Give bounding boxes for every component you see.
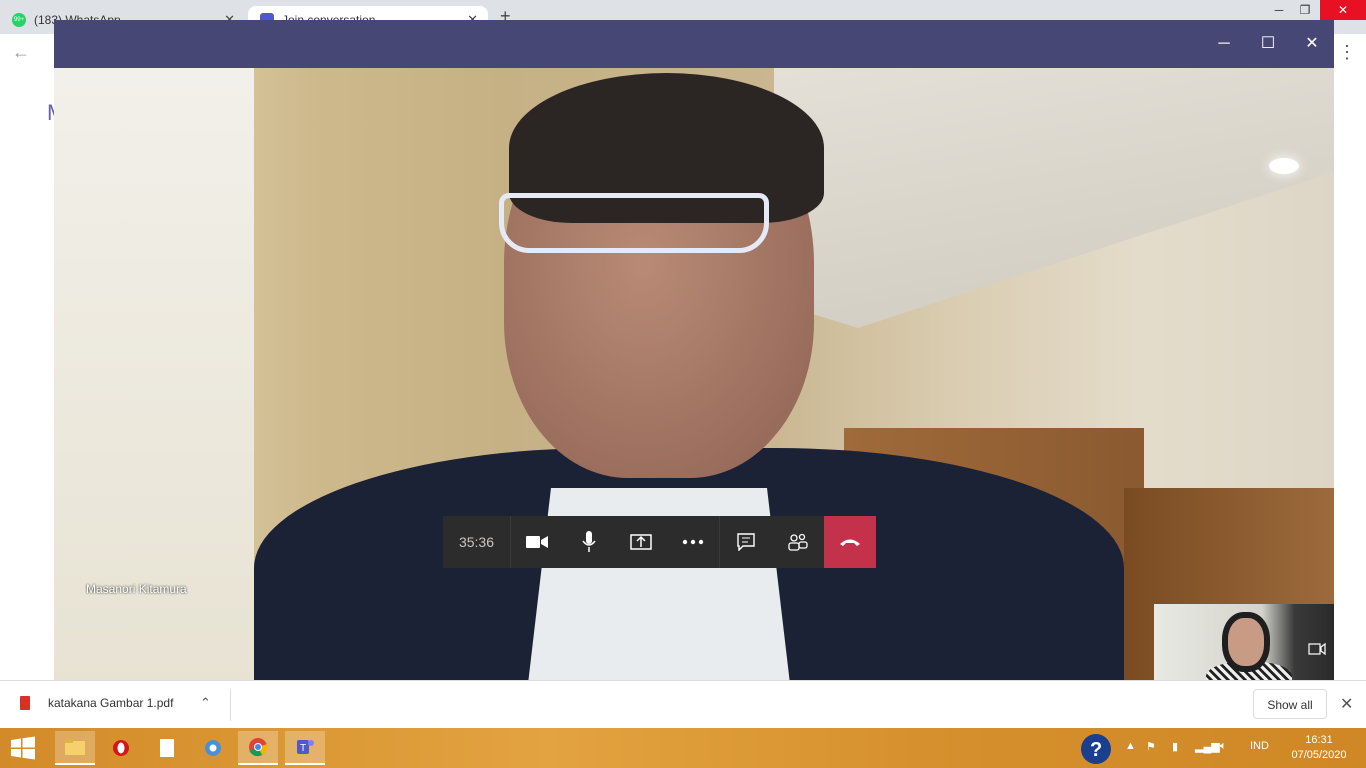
document-icon (160, 739, 174, 757)
download-filename: katakana Gambar 1.pdf (48, 696, 174, 710)
call-timer: 35:36 (443, 516, 511, 568)
back-arrow-icon[interactable]: ← (12, 42, 30, 63)
start-button[interactable] (3, 731, 43, 765)
folder-icon (65, 739, 85, 755)
chromium-button[interactable] (193, 731, 233, 765)
hang-up-button[interactable] (824, 516, 876, 568)
teams-title-bar: ─ ☐ ✕ (54, 20, 1334, 68)
pdf-file-icon (20, 696, 30, 710)
participants-button[interactable] (772, 516, 824, 568)
whatsapp-icon: 99+ (12, 13, 26, 27)
share-screen-icon (630, 534, 652, 550)
power-icon[interactable]: ▮ (1172, 740, 1178, 753)
tray-expand-icon[interactable]: ▲ (1125, 740, 1136, 752)
chat-button[interactable] (720, 516, 772, 568)
teams-minimize-button[interactable]: ─ (1212, 32, 1236, 56)
more-options-button[interactable] (667, 516, 719, 568)
downloads-bar: katakana Gambar 1.pdf ⌃ Show all ✕ (0, 680, 1366, 729)
call-controls-bar: 35:36 (443, 516, 876, 568)
teams-close-button[interactable]: ✕ (1300, 32, 1324, 56)
input-language[interactable]: IND (1250, 740, 1269, 752)
chat-icon (737, 533, 755, 551)
self-face (1222, 612, 1270, 672)
share-screen-button[interactable] (615, 516, 667, 568)
teams-icon: T (297, 740, 314, 754)
close-downloads-icon[interactable]: ✕ (1340, 694, 1353, 714)
network-icon[interactable]: ▂▄▆ (1195, 740, 1220, 753)
system-clock[interactable]: 16:31 07/05/2020 (1288, 733, 1350, 763)
opera-button[interactable] (101, 731, 141, 765)
chromium-icon (205, 740, 221, 756)
microphone-button[interactable] (563, 516, 615, 568)
flag-icon[interactable]: ⚑ (1146, 740, 1156, 753)
camera-switch-icon[interactable] (1308, 642, 1326, 656)
opera-icon (113, 740, 129, 756)
camera-button[interactable] (511, 516, 563, 568)
more-options-icon (682, 539, 704, 545)
chrome-icon (249, 738, 268, 757)
participants-icon (788, 533, 808, 551)
browser-menu-icon[interactable]: ⋮ (1338, 42, 1356, 63)
caller-name-label: Masanori Kitamura (86, 582, 187, 596)
svg-text:?: ? (1090, 739, 1102, 761)
caller-glasses (499, 193, 769, 253)
svg-text:T: T (300, 743, 306, 754)
show-all-button[interactable]: Show all (1253, 689, 1327, 719)
help-icon[interactable]: ? (1080, 733, 1112, 765)
chrome-button[interactable] (238, 731, 278, 765)
download-item[interactable]: katakana Gambar 1.pdf (20, 696, 173, 710)
ceiling-lamp (1269, 158, 1299, 174)
clock-date: 07/05/2020 (1291, 749, 1347, 761)
microphone-icon (582, 531, 596, 552)
teams-call-window: ─ ☐ ✕ Masanori Kitamura 35:36 (54, 20, 1334, 698)
hang-up-icon (840, 539, 860, 546)
chevron-up-icon[interactable]: ⌃ (200, 695, 211, 711)
clock-time: 16:31 (1305, 734, 1333, 746)
windows-logo-icon (11, 736, 35, 760)
notepad-button[interactable] (147, 731, 187, 765)
browser-close-button[interactable]: ✕ (1320, 0, 1366, 20)
windows-taskbar: T ? ▲ ⚑ ▮ ▂▄▆ 🔈︎ IND 16:31 07/05/2020 (0, 728, 1366, 768)
remote-video: Masanori Kitamura 35:36 (54, 68, 1334, 698)
teams-maximize-button[interactable]: ☐ (1256, 32, 1280, 56)
browser-restore-button[interactable]: ❐ (1288, 0, 1322, 20)
video-camera-icon (526, 536, 548, 548)
volume-icon[interactable]: 🔈︎ (1220, 740, 1227, 753)
teams-taskbar-button[interactable]: T (285, 731, 325, 765)
file-explorer-button[interactable] (55, 731, 95, 765)
